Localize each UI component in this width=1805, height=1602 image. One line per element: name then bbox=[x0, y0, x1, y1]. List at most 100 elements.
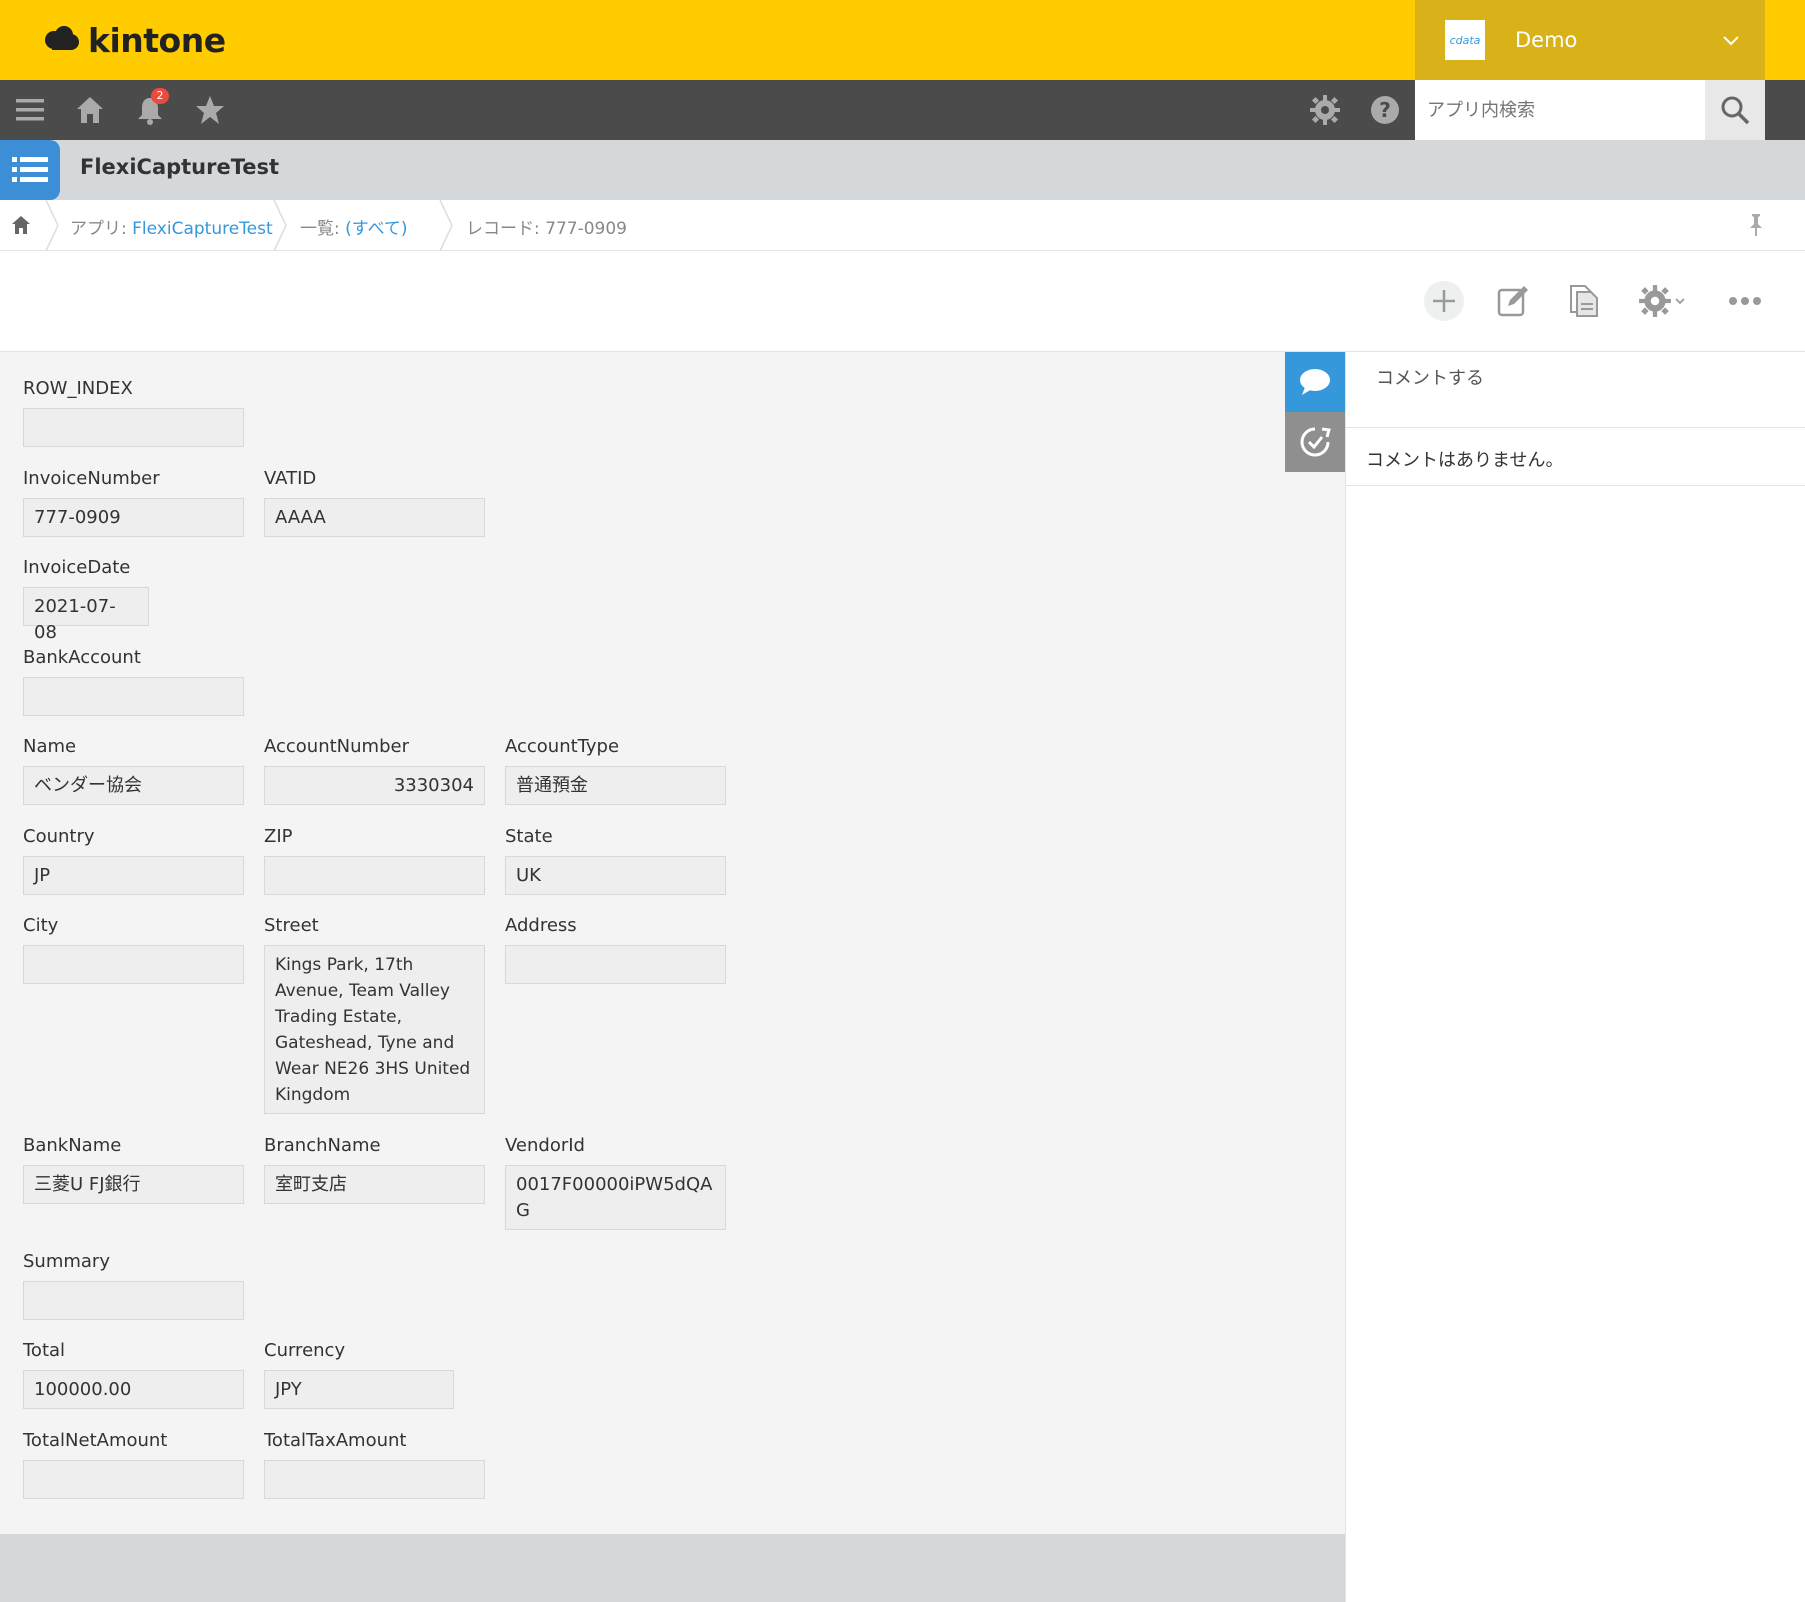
more-icon bbox=[1729, 297, 1761, 305]
help-button[interactable]: ? bbox=[1367, 92, 1403, 128]
field-label: VATID bbox=[264, 468, 317, 489]
search-button[interactable] bbox=[1705, 80, 1765, 140]
search-input[interactable] bbox=[1415, 80, 1705, 140]
speech-bubble-icon bbox=[1300, 369, 1330, 395]
breadcrumb-list-prefix: 一覧: bbox=[300, 219, 346, 239]
copy-icon bbox=[1570, 285, 1598, 317]
brand-name: kintone bbox=[88, 20, 226, 60]
app-search bbox=[1415, 80, 1765, 140]
chevron-down-icon bbox=[1675, 298, 1685, 305]
bank-name-value: 三菱U FJ銀行 bbox=[23, 1165, 244, 1204]
edit-icon bbox=[1497, 286, 1528, 317]
history-tab[interactable] bbox=[1285, 412, 1345, 472]
field-label: ROW_INDEX bbox=[23, 378, 133, 399]
field-label: TotalNetAmount bbox=[23, 1430, 168, 1451]
menu-button[interactable] bbox=[12, 92, 48, 128]
field-label: ZIP bbox=[264, 826, 293, 847]
app-icon[interactable] bbox=[0, 140, 60, 200]
gear-icon bbox=[1639, 285, 1671, 317]
field-label: InvoiceNumber bbox=[23, 468, 160, 489]
row-index-value bbox=[23, 408, 244, 447]
vendor-id-value: 0017F00000iPW5dQAG bbox=[505, 1165, 726, 1230]
gear-icon bbox=[1310, 95, 1340, 125]
zip-value bbox=[264, 856, 485, 895]
settings-button[interactable] bbox=[1307, 92, 1343, 128]
avatar-text: cdata bbox=[1449, 33, 1481, 47]
help-icon: ? bbox=[1371, 96, 1399, 124]
duplicate-record-button[interactable] bbox=[1562, 279, 1606, 323]
bank-account-value bbox=[23, 677, 244, 716]
breadcrumb-record: レコード: 777-0909 bbox=[466, 219, 627, 239]
list-app-icon bbox=[12, 157, 48, 182]
record-detail: ROW_INDEX InvoiceNumber 777-0909 VATID A… bbox=[0, 352, 1345, 1534]
svg-text:?: ? bbox=[1379, 98, 1391, 122]
breadcrumb: アプリ: FlexiCaptureTest 一覧: (すべて) レコード: 77… bbox=[0, 200, 1805, 251]
user-name: Demo bbox=[1515, 28, 1578, 52]
home-icon bbox=[77, 97, 103, 123]
kintone-logo[interactable]: kintone bbox=[42, 20, 226, 60]
edit-record-button[interactable] bbox=[1491, 279, 1535, 323]
state-value: UK bbox=[505, 856, 726, 895]
home-icon[interactable] bbox=[10, 214, 32, 236]
plus-icon bbox=[1424, 281, 1464, 321]
more-options-button[interactable] bbox=[1723, 279, 1767, 323]
breadcrumb-app-prefix: アプリ: bbox=[70, 219, 133, 239]
summary-value bbox=[23, 1281, 244, 1320]
total-value: 100000.00 bbox=[23, 1370, 244, 1409]
account-type-value: 普通預金 bbox=[505, 766, 726, 805]
comment-panel: コメントする コメントはありません。 bbox=[1345, 352, 1805, 1602]
field-label: Street bbox=[264, 915, 319, 936]
no-comments-message: コメントはありません。 bbox=[1346, 428, 1805, 486]
field-label: Currency bbox=[264, 1340, 346, 1361]
favorites-button[interactable] bbox=[192, 92, 228, 128]
search-icon bbox=[1721, 96, 1750, 125]
record-settings-button[interactable] bbox=[1630, 279, 1694, 323]
field-label: AccountType bbox=[505, 736, 620, 757]
star-icon bbox=[196, 96, 224, 124]
field-label: Name bbox=[23, 736, 77, 757]
field-label: Summary bbox=[23, 1251, 110, 1272]
app-title: FlexiCaptureTest bbox=[80, 155, 280, 179]
invoice-date-value: 2021-07-08 bbox=[23, 587, 149, 643]
branch-name-value: 室町支店 bbox=[264, 1165, 485, 1204]
avatar: cdata bbox=[1445, 20, 1485, 60]
home-button[interactable] bbox=[72, 92, 108, 128]
account-number-value: 3330304 bbox=[264, 766, 485, 805]
cloud-logo-icon bbox=[45, 26, 79, 50]
user-menu[interactable]: cdata Demo bbox=[1415, 0, 1765, 80]
hamburger-icon bbox=[16, 99, 44, 121]
total-net-amount-value bbox=[23, 1460, 244, 1499]
field-label: Total bbox=[23, 1340, 66, 1361]
breadcrumb-separator bbox=[439, 200, 453, 251]
address-value bbox=[505, 945, 726, 984]
breadcrumb-separator bbox=[45, 200, 59, 251]
history-icon bbox=[1300, 427, 1331, 457]
breadcrumb-list: 一覧: (すべて) bbox=[300, 214, 408, 239]
total-tax-amount-value bbox=[264, 1460, 485, 1499]
comment-input[interactable]: コメントする bbox=[1346, 352, 1805, 428]
field-label: BranchName bbox=[264, 1135, 381, 1156]
breadcrumb-list-link[interactable]: (すべて) bbox=[345, 219, 407, 239]
field-label: State bbox=[505, 826, 553, 847]
add-record-button[interactable] bbox=[1422, 279, 1466, 323]
name-value: ベンダー協会 bbox=[23, 766, 244, 805]
record-toolbar bbox=[0, 251, 1805, 352]
pin-icon[interactable] bbox=[1745, 212, 1767, 238]
breadcrumb-app: アプリ: FlexiCaptureTest bbox=[70, 214, 273, 239]
chevron-down-icon bbox=[1723, 36, 1739, 46]
field-label: City bbox=[23, 915, 59, 936]
breadcrumb-app-link[interactable]: FlexiCaptureTest bbox=[132, 219, 273, 239]
city-value bbox=[23, 945, 244, 984]
side-panel-tabs bbox=[1285, 352, 1345, 472]
invoice-number-value: 777-0909 bbox=[23, 498, 244, 537]
field-label: BankName bbox=[23, 1135, 122, 1156]
comments-tab[interactable] bbox=[1285, 352, 1345, 412]
brand-bar: kintone cdata Demo bbox=[0, 0, 1805, 80]
field-label: BankAccount bbox=[23, 647, 141, 668]
street-value: Kings Park, 17th Avenue, Team Valley Tra… bbox=[264, 945, 485, 1114]
currency-value: JPY bbox=[264, 1370, 454, 1409]
field-label: Country bbox=[23, 826, 95, 847]
breadcrumb-separator bbox=[273, 200, 287, 251]
field-label: InvoiceDate bbox=[23, 557, 131, 578]
vatid-value: AAAA bbox=[264, 498, 485, 537]
